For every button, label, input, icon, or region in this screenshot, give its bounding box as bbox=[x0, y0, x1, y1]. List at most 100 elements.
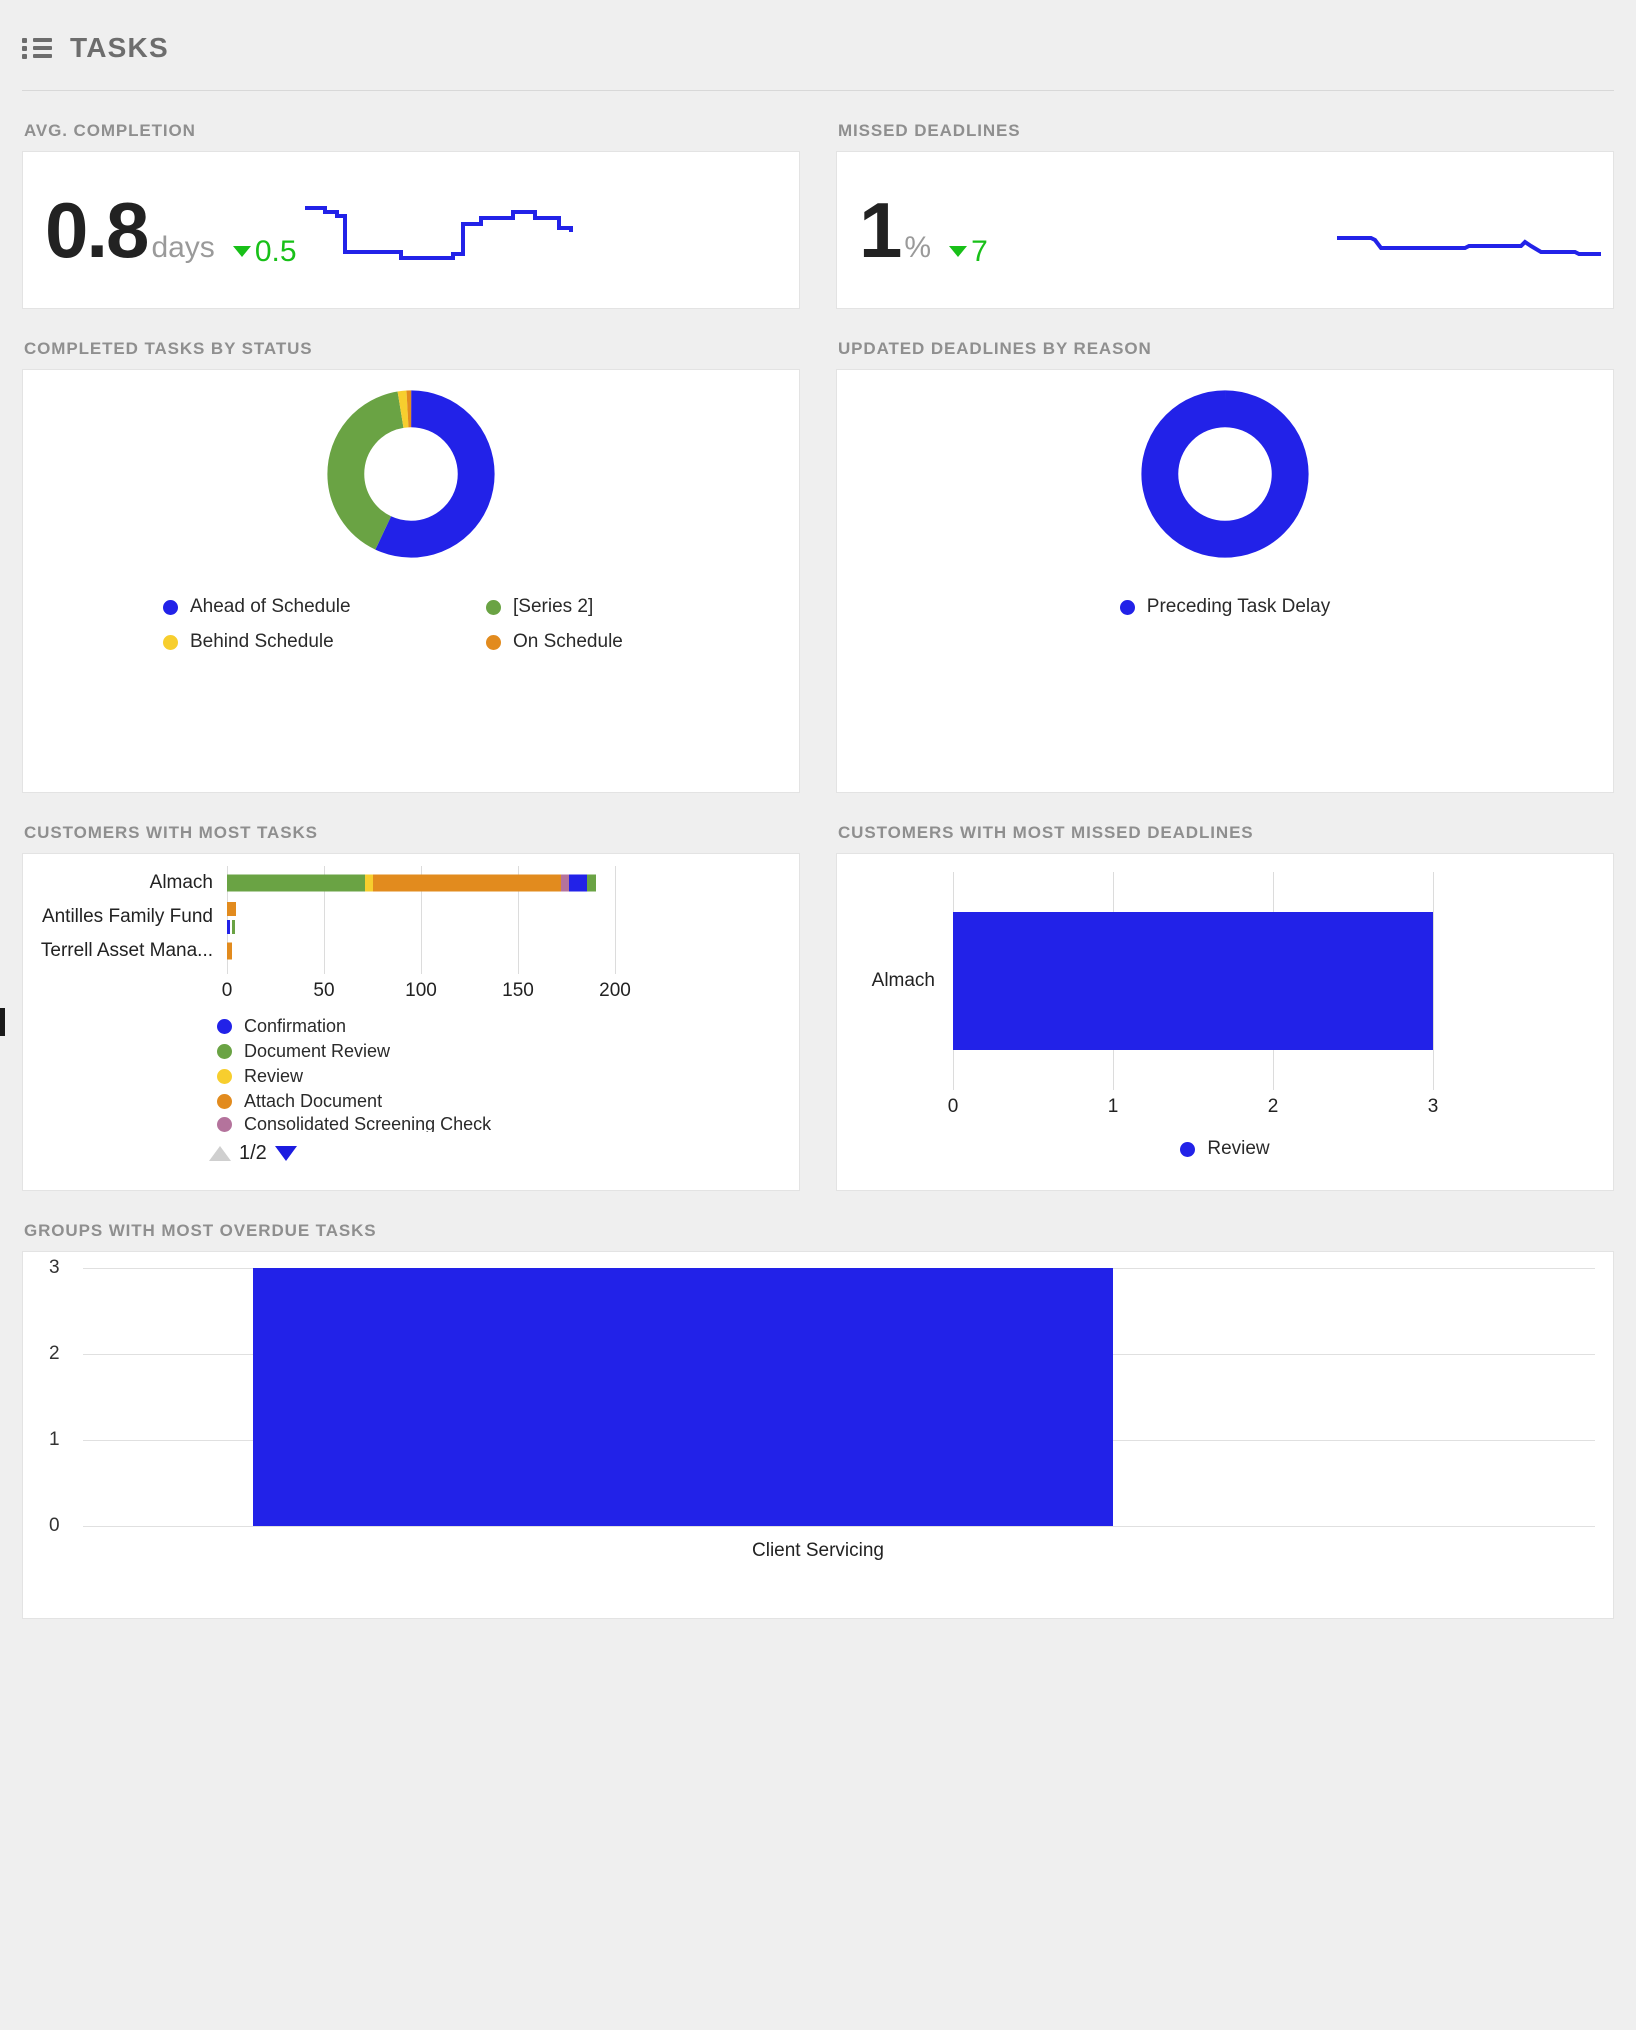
legend-dot-icon bbox=[486, 599, 501, 615]
x-tick-label: 100 bbox=[405, 980, 437, 1001]
legend-item[interactable]: Attach Document bbox=[217, 1091, 785, 1112]
page-up-icon[interactable] bbox=[209, 1146, 231, 1161]
bar-segment-review bbox=[365, 874, 373, 892]
customers-missed-x-axis: 0 1 2 3 bbox=[948, 1090, 1597, 1124]
legend-dot-icon bbox=[486, 634, 501, 650]
groups-overdue-panel: GROUPS WITH MOST OVERDUE TASKS 0 1 2 3 C… bbox=[22, 1191, 1614, 1619]
table-row[interactable]: Terrell Asset Mana... bbox=[37, 934, 785, 968]
avg-completion-panel: AVG. COMPLETION 0.8 days 0.5 bbox=[22, 91, 800, 309]
missed-deadlines-panel: MISSED DEADLINES 1 % 7 bbox=[836, 91, 1614, 309]
groups-overdue-card[interactable]: 0 1 2 3 Client Servicing bbox=[22, 1251, 1614, 1619]
groups-overdue-chart: 0 1 2 3 bbox=[49, 1257, 1595, 1536]
legend-label: Document Review bbox=[244, 1041, 391, 1061]
completed-status-card[interactable]: Ahead of Schedule [Series 2] Behind Sche… bbox=[22, 369, 800, 793]
missed-deadlines-delta-value: 7 bbox=[971, 234, 988, 268]
x-tick-label: 50 bbox=[313, 980, 335, 1001]
bar-track bbox=[227, 866, 785, 900]
customers-tasks-card[interactable]: Almach Antilles Family Fund Terrell Asse… bbox=[22, 853, 800, 1191]
y-tick-label: 3 bbox=[49, 1257, 60, 1278]
legend-label: Attach Document bbox=[244, 1091, 383, 1111]
bar-segment-attach-document bbox=[227, 902, 236, 916]
legend-dot-icon bbox=[217, 1019, 232, 1034]
groups-overdue-title: GROUPS WITH MOST OVERDUE TASKS bbox=[24, 1221, 377, 1240]
bar-segment-attach-document bbox=[227, 942, 232, 960]
pager-label: 1/2 bbox=[239, 1142, 267, 1164]
legend-item[interactable]: Review bbox=[217, 1066, 785, 1087]
avg-completion-value: 0.8 bbox=[45, 186, 149, 274]
legend-item[interactable]: Document Review bbox=[217, 1041, 785, 1062]
legend-dot-icon bbox=[1119, 599, 1135, 615]
bar-category-label: Terrell Asset Mana... bbox=[40, 940, 213, 961]
bar-track bbox=[227, 900, 785, 934]
avg-completion-delta: 0.5 bbox=[232, 234, 297, 269]
legend-item[interactable]: Review bbox=[1180, 1138, 1270, 1160]
x-tick-label: 0 bbox=[221, 980, 233, 1001]
scroll-indicator[interactable] bbox=[0, 1008, 5, 1036]
legend-dot-icon bbox=[217, 1116, 232, 1132]
bar-segment-overdue-tasks[interactable] bbox=[253, 1268, 1113, 1526]
legend-item[interactable]: Confirmation bbox=[217, 1016, 785, 1037]
completed-status-donut[interactable] bbox=[23, 388, 799, 560]
table-row[interactable]: Almach bbox=[37, 866, 785, 900]
legend-label: [Series 2] bbox=[513, 596, 594, 617]
bar-segment-review bbox=[953, 912, 1433, 1050]
page-down-icon[interactable] bbox=[274, 1146, 297, 1161]
legend-dot-icon bbox=[217, 1094, 232, 1109]
avg-completion-sparkline bbox=[297, 152, 799, 308]
missed-deadlines-metric: 1 % 7 bbox=[837, 191, 988, 269]
legend-label: Review bbox=[244, 1066, 304, 1086]
customers-missed-title: CUSTOMERS WITH MOST MISSED DEADLINES bbox=[838, 823, 1254, 842]
customers-missed-card[interactable]: Almach 0 1 2 3 Review bbox=[836, 853, 1614, 1191]
dashboard-grid: AVG. COMPLETION 0.8 days 0.5 MISSED DEAD… bbox=[0, 91, 1636, 1619]
missed-deadlines-value: 1 bbox=[859, 186, 902, 274]
avg-completion-card[interactable]: 0.8 days 0.5 bbox=[22, 151, 800, 309]
avg-completion-delta-value: 0.5 bbox=[254, 234, 297, 268]
legend-dot-icon bbox=[217, 1044, 232, 1059]
legend-item[interactable]: [Series 2] bbox=[486, 596, 799, 618]
legend-label: Confirmation bbox=[244, 1016, 347, 1036]
bar-segment-document-review bbox=[227, 874, 365, 892]
avg-completion-metric: 0.8 days 0.5 bbox=[23, 191, 297, 269]
missed-deadlines-card[interactable]: 1 % 7 bbox=[836, 151, 1614, 309]
legend-label: Consolidated Screening Check bbox=[244, 1116, 492, 1132]
overdue-row: GROUPS WITH MOST OVERDUE TASKS 0 1 2 3 C… bbox=[22, 1191, 1614, 1619]
y-tick-label: 0 bbox=[49, 1515, 60, 1536]
legend-pager[interactable]: 1/2 bbox=[37, 1136, 785, 1165]
legend-dot-icon bbox=[163, 634, 178, 650]
legend-label: Behind Schedule bbox=[190, 631, 334, 652]
legend-item[interactable]: Behind Schedule bbox=[163, 631, 476, 653]
legend-dot-icon bbox=[163, 599, 178, 615]
missed-deadlines-title: MISSED DEADLINES bbox=[838, 121, 1021, 140]
legend-label: Preceding Task Delay bbox=[1146, 596, 1331, 617]
dashboard-page: TASKS AVG. COMPLETION 0.8 days 0.5 MISSE… bbox=[0, 0, 1636, 2030]
missed-deadlines-unit: % bbox=[904, 231, 932, 264]
completed-status-panel: COMPLETED TASKS BY STATUS Ahead of Sched… bbox=[22, 309, 800, 793]
bar-category-label: Almach bbox=[149, 872, 213, 893]
avg-completion-unit: days bbox=[151, 231, 215, 264]
x-tick-label: 200 bbox=[599, 980, 631, 1001]
kpi-row: AVG. COMPLETION 0.8 days 0.5 MISSED DEAD… bbox=[22, 91, 1614, 309]
bar-segment-confirmation bbox=[569, 874, 587, 892]
table-row[interactable]: Almach bbox=[853, 872, 1597, 1090]
bar-segment-consolidated bbox=[561, 874, 569, 892]
x-tick-label: 0 bbox=[947, 1096, 959, 1117]
legend-item[interactable]: On Schedule bbox=[486, 631, 799, 653]
updated-reason-donut[interactable] bbox=[837, 388, 1613, 560]
x-tick-label: 3 bbox=[1427, 1096, 1439, 1117]
bar-track bbox=[953, 872, 1597, 1090]
updated-reason-title: UPDATED DEADLINES BY REASON bbox=[838, 339, 1152, 358]
completed-status-title: COMPLETED TASKS BY STATUS bbox=[24, 339, 313, 358]
legend-item[interactable]: Ahead of Schedule bbox=[163, 596, 476, 618]
customers-missed-legend: Review bbox=[853, 1124, 1597, 1160]
customers-missed-panel: CUSTOMERS WITH MOST MISSED DEADLINES Alm… bbox=[836, 793, 1614, 1191]
customers-tasks-x-axis: 0 50 100 150 200 bbox=[222, 974, 785, 1008]
legend-item[interactable]: Preceding Task Delay bbox=[1119, 596, 1331, 618]
legend-item[interactable]: Consolidated Screening Check bbox=[217, 1116, 785, 1132]
table-row[interactable]: Antilles Family Fund bbox=[37, 900, 785, 934]
x-tick-label: 150 bbox=[502, 980, 534, 1001]
bar-row: CUSTOMERS WITH MOST TASKS Almach Antille… bbox=[22, 793, 1614, 1191]
customers-tasks-title: CUSTOMERS WITH MOST TASKS bbox=[24, 823, 318, 842]
updated-reason-panel: UPDATED DEADLINES BY REASON Preceding Ta… bbox=[836, 309, 1614, 793]
donut-row: COMPLETED TASKS BY STATUS Ahead of Sched… bbox=[22, 309, 1614, 793]
updated-reason-card[interactable]: Preceding Task Delay bbox=[836, 369, 1614, 793]
